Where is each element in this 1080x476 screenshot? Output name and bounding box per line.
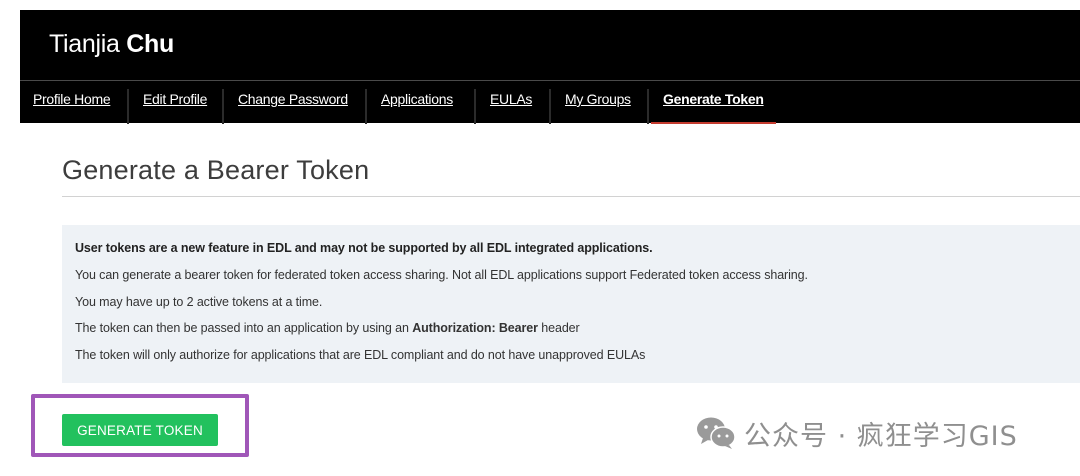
info-line-feature-notice: User tokens are a new feature in EDL and… (75, 241, 653, 255)
nav-edit-profile[interactable]: Edit Profile (143, 81, 207, 122)
watermark: 公众号 · 疯狂学习GIS (696, 410, 1018, 456)
profile-header: Tianjia Chu Profile Home Edit Profile Ch… (20, 10, 1080, 124)
nav-divider (365, 89, 367, 124)
wechat-icon (697, 417, 736, 449)
nav-eulas[interactable]: EULAs (490, 81, 532, 122)
main-content: Generate a Bearer Token User tokens are … (20, 123, 1080, 476)
nav-divider (647, 89, 649, 124)
nav-profile-home[interactable]: Profile Home (33, 81, 111, 122)
page-edge (0, 0, 20, 476)
generate-token-button[interactable]: GENERATE TOKEN (62, 414, 218, 446)
page-title: Generate a Bearer Token (62, 155, 370, 185)
title-divider (62, 196, 1080, 197)
user-first-name: Tianjia (49, 30, 120, 58)
watermark-text: 公众号 · 疯狂学习GIS (744, 420, 1018, 452)
nav-divider (549, 89, 551, 124)
nav-applications[interactable]: Applications (381, 81, 453, 122)
info-line-authorization-prefix: The token can then be passed into an app… (75, 321, 413, 335)
nav-change-password[interactable]: Change Password (238, 81, 348, 122)
nav-generate-token[interactable]: Generate Token (651, 81, 776, 124)
info-line-authorization-suffix: header (537, 321, 580, 335)
info-line-eula-compliance: The token will only authorize for applic… (75, 348, 646, 362)
user-name: Tianjia Chu (49, 30, 174, 59)
nav-divider (127, 89, 129, 124)
info-line-token-limit: You may have up to 2 active tokens at a … (75, 295, 323, 309)
nav-divider (222, 89, 224, 124)
info-notice: User tokens are a new feature in EDL and… (62, 225, 1080, 383)
nav-my-groups[interactable]: My Groups (565, 81, 631, 122)
user-last-name: Chu (126, 30, 174, 58)
nav-divider (474, 89, 476, 124)
profile-nav: Profile Home Edit Profile Change Passwor… (20, 80, 1080, 124)
info-line-federated: You can generate a bearer token for fede… (75, 268, 808, 282)
info-line-authorization: The token can then be passed into an app… (75, 321, 580, 335)
info-line-authorization-header: Authorization: Bearer (412, 321, 538, 335)
